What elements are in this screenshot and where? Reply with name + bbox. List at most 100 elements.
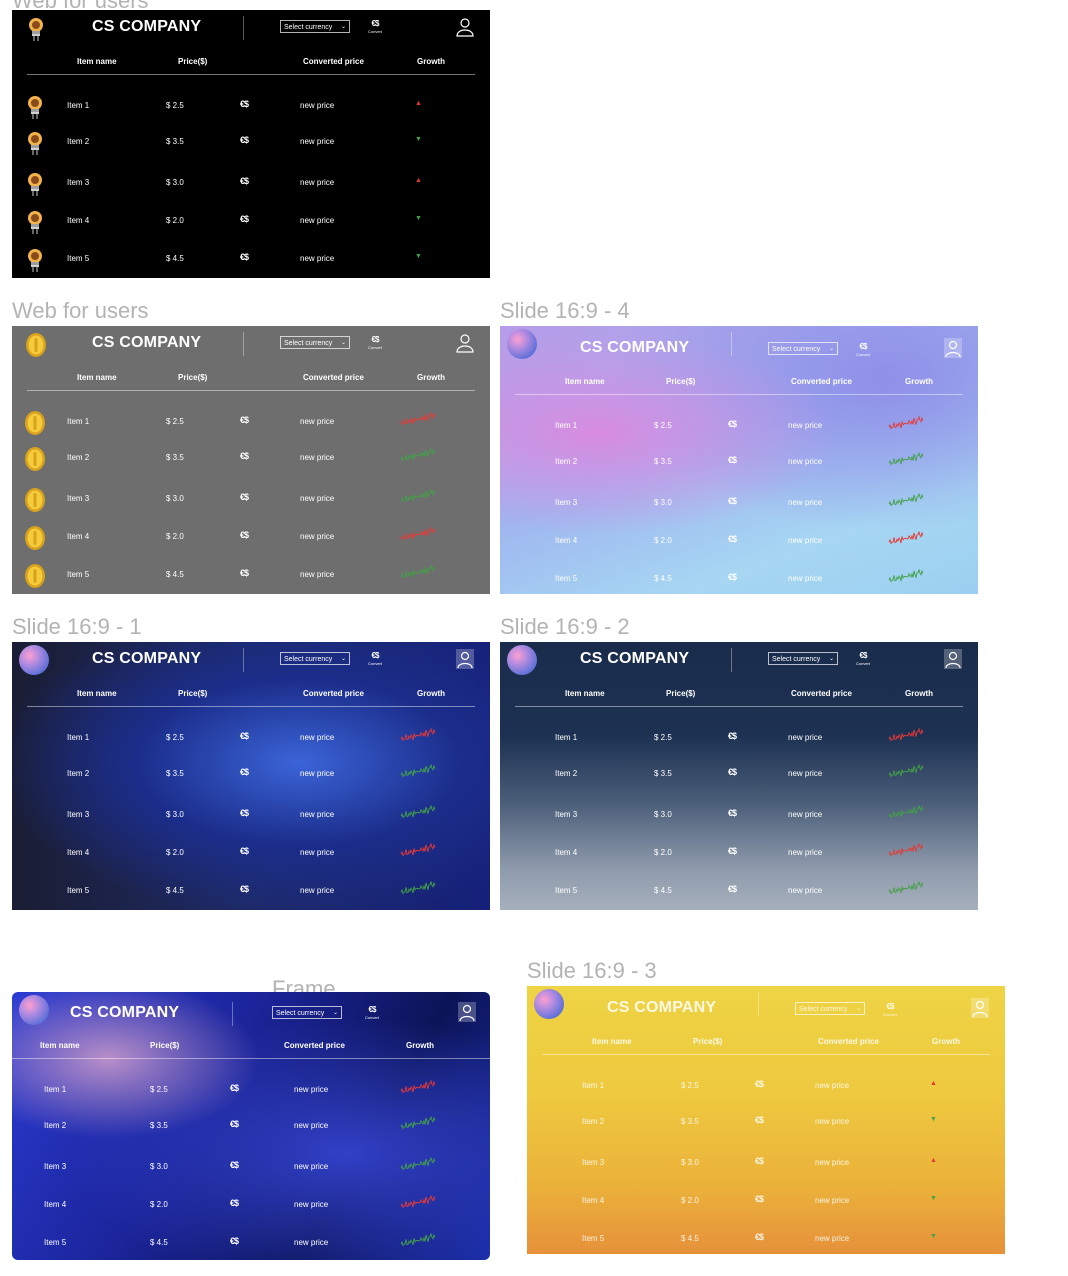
convert-row-icon[interactable]: €$ (240, 135, 249, 145)
table-row[interactable]: Item 1 $ 2.5 €$ new price ▲ (12, 94, 490, 119)
convert-row-icon[interactable]: €$ (240, 808, 249, 818)
table-row[interactable]: Item 5 $ 4.5 €$ new price ▼ (12, 247, 490, 272)
table-row[interactable]: Item 2 $ 3.5 €$ new price (500, 450, 978, 474)
table-row[interactable]: Item 1 $ 2.5 €$ new price (12, 726, 490, 750)
convert-row-icon[interactable]: €$ (240, 252, 249, 262)
convert-row-icon[interactable]: €$ (728, 419, 737, 429)
convert-button[interactable]: €$ Convert (855, 651, 871, 666)
convert-row-icon[interactable]: €$ (240, 492, 249, 502)
user-account-button[interactable] (458, 1002, 476, 1022)
convert-button[interactable]: €$ Convert (367, 19, 383, 34)
table-row[interactable]: Item 4 $ 2.0 €$ new price (12, 841, 490, 865)
item-name: Item 4 (67, 532, 90, 541)
convert-row-icon[interactable]: €$ (240, 214, 249, 224)
table-row[interactable]: Item 3 $ 3.0 €$ new price (500, 491, 978, 515)
table-row[interactable]: Item 3 $ 3.0 €$ new price ▲ (527, 1151, 1005, 1175)
user-account-button[interactable] (456, 17, 474, 37)
convert-row-icon[interactable]: €$ (728, 808, 737, 818)
table-row[interactable]: Item 4 $ 2.0 €$ new price (12, 525, 490, 550)
currency-select[interactable]: Select currency ⌄ (280, 336, 350, 349)
convert-button[interactable]: €$ Convert (364, 1005, 380, 1020)
table-row[interactable]: Item 5 $ 4.5 €$ new price (500, 879, 978, 903)
convert-button[interactable]: €$ Convert (367, 335, 383, 350)
user-account-button[interactable] (944, 649, 962, 669)
convert-row-icon[interactable]: €$ (728, 731, 737, 741)
currency-select[interactable]: Select currency ⌄ (768, 342, 838, 355)
table-row[interactable]: Item 3 $ 3.0 €$ new price (500, 803, 978, 827)
table-row[interactable]: Item 5 $ 4.5 €$ new price (12, 1231, 490, 1255)
table-row[interactable]: Item 3 $ 3.0 €$ new price (12, 803, 490, 827)
header-divider (243, 332, 244, 356)
convert-row-icon[interactable]: €$ (240, 99, 249, 109)
table-row[interactable]: Item 2 $ 3.5 €$ new price (12, 1114, 490, 1138)
convert-row-icon[interactable]: €$ (240, 846, 249, 856)
table-row[interactable]: Item 5 $ 4.5 €$ new price ▼ (527, 1227, 1005, 1251)
convert-button[interactable]: €$ Convert (855, 342, 871, 357)
convert-row-icon[interactable]: €$ (240, 415, 249, 425)
growth-sparkline (400, 804, 436, 819)
table-row[interactable]: Item 1 $ 2.5 €$ new price (500, 414, 978, 438)
item-logo (24, 410, 46, 435)
table-row[interactable]: Item 3 $ 3.0 €$ new price (12, 487, 490, 512)
table-row[interactable]: Item 5 $ 4.5 €$ new price (12, 563, 490, 588)
convert-row-icon[interactable]: €$ (230, 1236, 239, 1246)
table-row[interactable]: Item 4 $ 2.0 €$ new price (500, 529, 978, 553)
table-row[interactable]: Item 1 $ 2.5 €$ new price (500, 726, 978, 750)
user-account-button[interactable] (456, 333, 474, 353)
item-price: $ 2.0 (166, 216, 184, 225)
convert-row-icon[interactable]: €$ (755, 1156, 764, 1166)
convert-row-icon[interactable]: €$ (728, 455, 737, 465)
convert-row-icon[interactable]: €$ (755, 1079, 764, 1089)
table-row[interactable]: Item 2 $ 3.5 €$ new price (12, 762, 490, 786)
table-row[interactable]: Item 2 $ 3.5 €$ new price (12, 446, 490, 471)
currency-select[interactable]: Select currency ⌄ (280, 20, 350, 33)
table-row[interactable]: Item 5 $ 4.5 €$ new price (12, 879, 490, 903)
convert-row-icon[interactable]: €$ (755, 1194, 764, 1204)
convert-row-icon[interactable]: €$ (728, 572, 737, 582)
chevron-down-icon: ⌄ (332, 1010, 338, 1016)
convert-row-icon[interactable]: €$ (230, 1119, 239, 1129)
convert-row-icon[interactable]: €$ (240, 731, 249, 741)
convert-row-icon[interactable]: €$ (728, 884, 737, 894)
growth-sparkline (400, 564, 436, 579)
table-row[interactable]: Item 2 $ 3.5 €$ new price ▼ (527, 1110, 1005, 1134)
convert-row-icon[interactable]: €$ (728, 846, 737, 856)
table-row[interactable]: Item 1 $ 2.5 €$ new price (12, 1078, 490, 1102)
user-account-button[interactable] (456, 649, 474, 669)
table-row[interactable]: Item 5 $ 4.5 €$ new price (500, 567, 978, 591)
currency-select[interactable]: Select currency ⌄ (280, 652, 350, 665)
convert-row-icon[interactable]: €$ (240, 767, 249, 777)
item-name: Item 2 (582, 1117, 605, 1126)
user-account-button[interactable] (971, 998, 989, 1018)
table-row[interactable]: Item 4 $ 2.0 €$ new price ▼ (527, 1189, 1005, 1213)
convert-row-icon[interactable]: €$ (240, 176, 249, 186)
convert-row-icon[interactable]: €$ (240, 884, 249, 894)
table-row[interactable]: Item 3 $ 3.0 €$ new price ▲ (12, 171, 490, 196)
convert-button[interactable]: €$ Convert (367, 651, 383, 666)
convert-row-icon[interactable]: €$ (240, 568, 249, 578)
table-row[interactable]: Item 2 $ 3.5 €$ new price (500, 762, 978, 786)
table-row[interactable]: Item 1 $ 2.5 €$ new price (12, 410, 490, 435)
convert-row-icon[interactable]: €$ (755, 1115, 764, 1125)
convert-row-icon[interactable]: €$ (230, 1198, 239, 1208)
table-row[interactable]: Item 4 $ 2.0 €$ new price (12, 1193, 490, 1217)
currency-select[interactable]: Select currency ⌄ (795, 1002, 865, 1015)
convert-row-icon[interactable]: €$ (728, 534, 737, 544)
table-row[interactable]: Item 2 $ 3.5 €$ new price ▼ (12, 130, 490, 155)
table-row[interactable]: Item 4 $ 2.0 €$ new price ▼ (12, 209, 490, 234)
convert-row-icon[interactable]: €$ (240, 451, 249, 461)
table-row[interactable]: Item 3 $ 3.0 €$ new price (12, 1155, 490, 1179)
convert-row-icon[interactable]: €$ (755, 1232, 764, 1242)
item-name: Item 3 (555, 498, 578, 507)
convert-row-icon[interactable]: €$ (230, 1083, 239, 1093)
convert-row-icon[interactable]: €$ (230, 1160, 239, 1170)
table-row[interactable]: Item 1 $ 2.5 €$ new price ▲ (527, 1074, 1005, 1098)
user-account-button[interactable] (944, 338, 962, 358)
convert-row-icon[interactable]: €$ (728, 767, 737, 777)
table-row[interactable]: Item 4 $ 2.0 €$ new price (500, 841, 978, 865)
convert-row-icon[interactable]: €$ (240, 530, 249, 540)
currency-select[interactable]: Select currency ⌄ (768, 652, 838, 665)
convert-button[interactable]: €$ Convert (882, 1002, 898, 1017)
convert-row-icon[interactable]: €$ (728, 496, 737, 506)
currency-select[interactable]: Select currency ⌄ (272, 1006, 342, 1019)
